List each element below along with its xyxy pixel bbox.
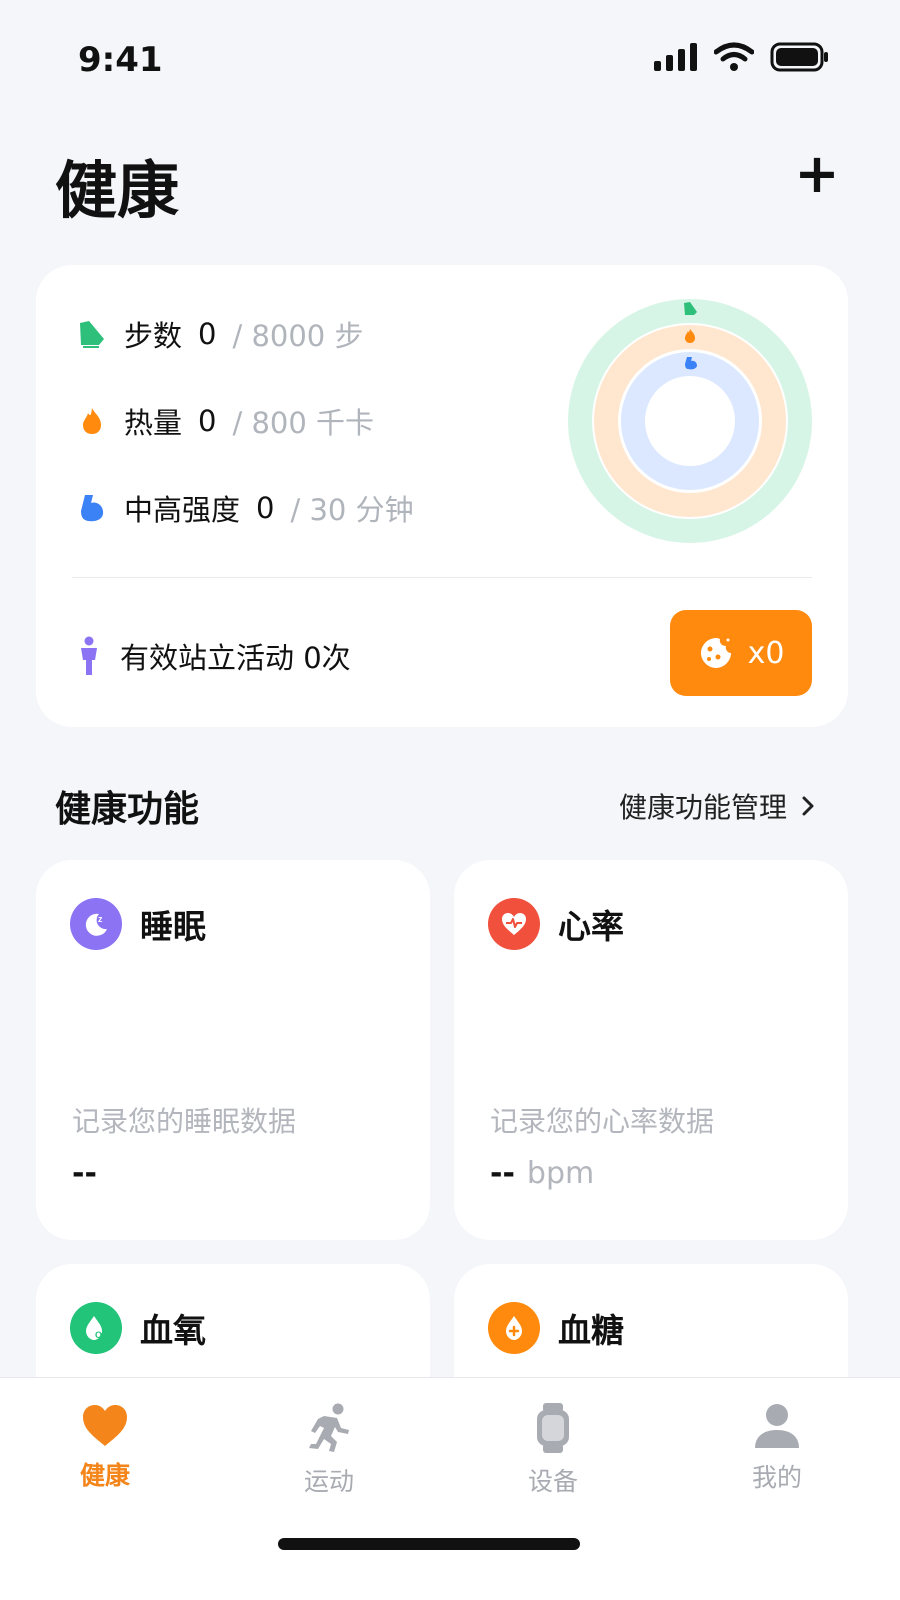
tab-label: 我的	[751, 1463, 802, 1492]
reward-button[interactable]: x0	[670, 610, 812, 696]
chevron-right-icon	[802, 796, 814, 816]
card-head: 血糖	[488, 1302, 624, 1354]
card-title: 血氧	[140, 1311, 206, 1350]
heart-rate-card[interactable]: 心率 记录您的心率数据 -- bpm	[454, 860, 848, 1240]
card-description: 记录您的睡眠数据	[72, 1105, 297, 1138]
steps-row: 步数 0 / 8000 步	[76, 313, 363, 355]
sleep-card[interactable]: z 睡眠 记录您的睡眠数据 --	[36, 860, 430, 1240]
sleep-icon: z	[70, 898, 122, 950]
blood-oxygen-icon: O₂	[70, 1302, 122, 1354]
heart-rate-value: --	[490, 1156, 515, 1191]
card-description: 记录您的心率数据	[490, 1105, 715, 1138]
add-button[interactable]: +	[789, 146, 845, 202]
svg-text:O₂: O₂	[95, 1330, 106, 1340]
status-icons	[654, 42, 830, 72]
steps-label: 步数	[124, 319, 183, 353]
standing-person-icon	[81, 636, 97, 675]
card-title: 心率	[558, 907, 624, 946]
wifi-icon	[714, 42, 754, 71]
shoe-icon	[76, 318, 108, 350]
signal-icon	[654, 43, 697, 71]
calories-label: 热量	[124, 406, 183, 440]
flame-icon	[76, 405, 108, 437]
heart-rate-unit: bpm	[526, 1156, 595, 1191]
status-bar: 9:41	[0, 0, 900, 120]
tab-profile[interactable]: 我的	[717, 1402, 837, 1494]
person-icon	[755, 1404, 799, 1448]
card-head: z 睡眠	[70, 898, 206, 950]
cookie-icon	[700, 638, 731, 668]
reward-count: x0	[747, 635, 785, 671]
tab-label: 运动	[303, 1467, 354, 1496]
card-value: -- bpm	[490, 1156, 594, 1191]
intensity-row: 中高强度 0 / 30 分钟	[76, 487, 414, 529]
card-head: O₂ 血氧	[70, 1302, 206, 1354]
stand-row: 有效站立活动 0次	[76, 635, 351, 677]
intensity-label: 中高强度	[124, 493, 241, 527]
card-title: 血糖	[558, 1311, 624, 1350]
svg-text:z: z	[98, 914, 103, 924]
home-indicator	[278, 1538, 580, 1550]
page-title: 健康	[55, 154, 180, 227]
watch-icon	[537, 1403, 569, 1453]
stand-text: 有效站立活动 0次	[120, 641, 351, 675]
status-time: 9:41	[78, 40, 163, 80]
blood-sugar-icon	[488, 1302, 540, 1354]
card-value: --	[72, 1156, 97, 1191]
tab-label: 设备	[527, 1467, 578, 1496]
running-icon	[309, 1403, 349, 1452]
tab-label: 健康	[79, 1461, 130, 1490]
activity-rings[interactable]	[566, 297, 814, 545]
calories-row: 热量 0 / 800 千卡	[76, 400, 374, 442]
manage-label: 健康功能管理	[618, 791, 787, 824]
card-head: 心率	[488, 898, 624, 950]
manage-functions-link[interactable]: 健康功能管理	[619, 786, 815, 826]
header: 健康 +	[55, 140, 845, 228]
calories-goal: / 800 千卡	[232, 406, 375, 440]
divider	[72, 577, 812, 578]
tab-health[interactable]: 健康	[45, 1402, 165, 1492]
tab-bar: 健康 运动 设备 我的	[0, 1377, 900, 1600]
intensity-goal: / 30 分钟	[290, 493, 414, 527]
heart-rate-icon	[488, 898, 540, 950]
heart-icon	[83, 1405, 127, 1446]
intensity-value: 0	[256, 491, 275, 525]
battery-icon	[770, 42, 828, 72]
sleep-value: --	[72, 1156, 97, 1191]
steps-goal: / 8000 步	[232, 319, 364, 353]
muscle-icon	[76, 492, 108, 524]
tab-sport[interactable]: 运动	[269, 1402, 389, 1498]
card-title: 睡眠	[140, 907, 206, 946]
tab-devices[interactable]: 设备	[493, 1402, 613, 1498]
calories-value: 0	[198, 404, 217, 438]
steps-value: 0	[198, 317, 217, 351]
activity-card[interactable]: 步数 0 / 8000 步 热量 0 / 800 千卡 中高强度 0 / 30 …	[36, 265, 848, 727]
health-functions-header: 健康功能 健康功能管理	[55, 780, 815, 840]
